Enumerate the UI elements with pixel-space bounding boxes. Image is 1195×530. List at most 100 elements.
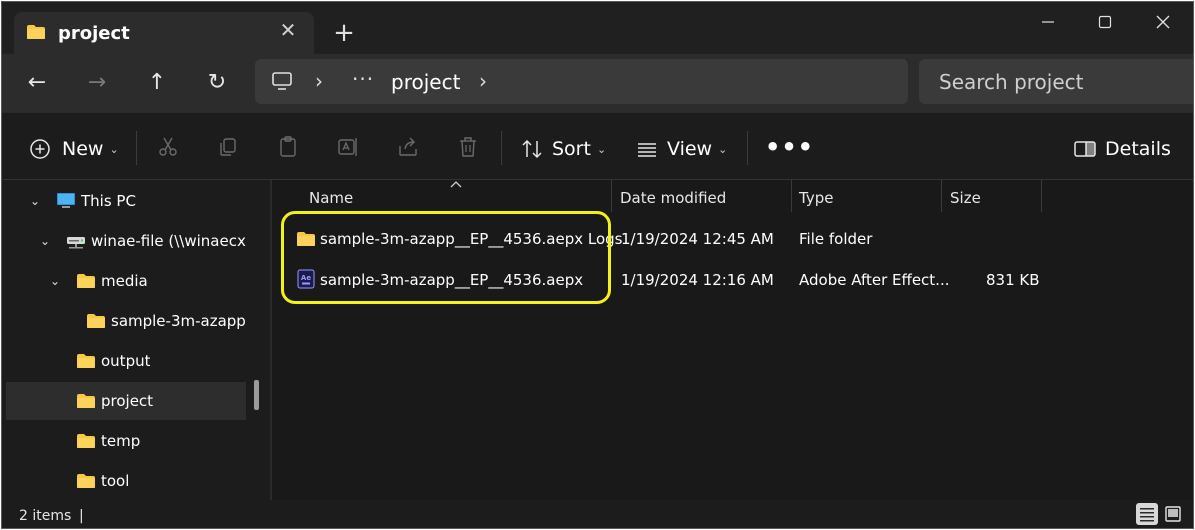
column-divider[interactable] — [1041, 180, 1042, 212]
tree-label: This PC — [81, 192, 136, 210]
breadcrumb-chevron[interactable]: › — [479, 69, 487, 93]
navigation-pane: ⌄ This PC ⌄ winae-file (\\winaecxwu ⌄ — [2, 180, 270, 500]
tab-project[interactable]: project ✕ — [14, 12, 314, 54]
address-bar[interactable]: › ··· project › — [255, 59, 908, 104]
details-view-button[interactable] — [1136, 503, 1158, 525]
column-header-size[interactable]: Size — [942, 180, 1042, 212]
chevron-down-icon: ⌄ — [596, 142, 607, 156]
tree-item-network-drive[interactable]: ⌄ winae-file (\\winaecxwu — [2, 222, 246, 260]
sort-icon — [522, 139, 542, 159]
refresh-icon[interactable]: ↻ — [202, 68, 232, 98]
maximize-icon[interactable] — [1085, 10, 1125, 34]
this-pc-icon — [57, 193, 75, 208]
status-bar: 2 items | — [2, 500, 1193, 528]
item-count: 2 items — [19, 508, 72, 524]
delete-icon[interactable] — [456, 135, 480, 159]
file-date: 1/19/2024 12:45 AM — [621, 230, 774, 248]
copy-icon[interactable] — [216, 135, 240, 159]
chevron-down-icon[interactable]: ⌄ — [38, 234, 52, 248]
toolbar-divider — [501, 131, 502, 165]
tree-item-tool[interactable]: tool — [2, 462, 242, 500]
file-size: 831 KB — [986, 271, 1040, 289]
details-view-icon — [1140, 508, 1154, 522]
tree-label: tool — [101, 472, 130, 490]
tree-item-sample-3m-azapp[interactable]: sample-3m-azapp — [2, 302, 246, 340]
file-type: Adobe After Effect... — [799, 271, 950, 289]
navigation-bar: ← → ↑ ↻ › ··· project › Search project — [2, 54, 1193, 112]
network-drive-icon — [67, 237, 85, 249]
new-tab-icon[interactable]: + — [330, 20, 358, 48]
file-list: Name Date modified Type Size sample-3m-a… — [272, 180, 1193, 500]
folder-icon — [77, 474, 95, 488]
chevron-down-icon: ⌄ — [109, 142, 119, 156]
column-label: Size — [950, 189, 981, 207]
details-pane-icon — [1074, 141, 1096, 157]
command-bar: New ⌄ Sort ⌄ View ⌄ ••• Details — [2, 112, 1193, 180]
tiles-view-icon — [1165, 506, 1181, 522]
tree-item-project[interactable]: project — [6, 382, 246, 420]
column-header-name[interactable]: Name — [272, 180, 612, 212]
forward-arrow-icon[interactable]: → — [82, 68, 112, 98]
tree-label: temp — [101, 432, 141, 450]
column-label: Date modified — [620, 189, 727, 207]
tree-item-temp[interactable]: temp — [2, 422, 242, 460]
new-button[interactable]: New ⌄ — [28, 135, 119, 163]
tree-item-this-pc[interactable]: ⌄ This PC — [2, 182, 242, 220]
highlight-outline — [281, 211, 611, 304]
sort-label: Sort — [552, 138, 591, 160]
toolbar-divider — [747, 131, 748, 165]
file-type: File folder — [799, 230, 873, 248]
monitor-icon[interactable] — [271, 70, 293, 92]
folder-icon — [77, 394, 95, 408]
chevron-down-icon[interactable]: ⌄ — [48, 274, 62, 288]
view-button[interactable]: View ⌄ — [635, 135, 727, 163]
title-bar: project ✕ + — [2, 2, 1193, 54]
details-label: Details — [1105, 138, 1171, 160]
chevron-down-icon: ⌄ — [718, 142, 728, 156]
column-label: Name — [309, 189, 354, 207]
breadcrumb-more[interactable]: ··· — [352, 67, 374, 91]
view-label: View — [667, 138, 713, 160]
tree-label: sample-3m-azapp — [111, 312, 246, 330]
column-header-date[interactable]: Date modified — [612, 180, 792, 212]
folder-icon — [87, 314, 105, 328]
breadcrumb-chevron[interactable]: › — [315, 69, 323, 93]
tree-label: output — [101, 352, 151, 370]
navigation-pane-scrollbar[interactable] — [254, 380, 259, 410]
folder-icon — [27, 25, 45, 39]
view-list-icon — [638, 143, 656, 157]
close-window-icon[interactable] — [1143, 10, 1183, 34]
tree-item-media[interactable]: ⌄ media — [2, 262, 242, 300]
chevron-down-icon[interactable]: ⌄ — [28, 194, 42, 208]
up-arrow-icon[interactable]: ↑ — [142, 68, 172, 98]
new-label: New — [62, 138, 104, 160]
more-options-icon[interactable]: ••• — [765, 133, 814, 161]
tiles-view-button[interactable] — [1162, 503, 1184, 525]
back-arrow-icon[interactable]: ← — [22, 68, 52, 98]
file-date: 1/19/2024 12:16 AM — [621, 271, 774, 289]
paste-icon[interactable] — [276, 135, 300, 159]
folder-icon — [77, 274, 95, 288]
rename-icon[interactable] — [336, 135, 360, 159]
sort-ascending-icon — [450, 181, 462, 188]
status-separator: | — [79, 508, 84, 524]
tree-item-output[interactable]: output — [2, 342, 242, 380]
plus-circle-icon — [30, 139, 50, 159]
breadcrumb-project[interactable]: project — [391, 70, 460, 94]
folder-icon — [77, 434, 95, 448]
details-pane-button[interactable]: Details — [1073, 135, 1171, 163]
sort-button[interactable]: Sort ⌄ — [520, 135, 606, 163]
toolbar-divider — [136, 131, 137, 165]
tree-label: project — [101, 392, 154, 410]
minimize-icon[interactable] — [1028, 10, 1068, 34]
search-input[interactable]: Search project — [919, 59, 1193, 104]
tab-title: project — [58, 23, 130, 44]
folder-icon — [77, 354, 95, 368]
tree-label: winae-file (\\winaecxwu — [91, 232, 246, 250]
cut-icon[interactable] — [156, 135, 180, 159]
file-explorer-window: project ✕ + ← → ↑ ↻ › ··· project › Sear… — [1, 1, 1194, 529]
tree-label: media — [101, 272, 148, 290]
share-icon[interactable] — [396, 135, 420, 159]
close-tab-icon[interactable]: ✕ — [276, 18, 300, 42]
column-header-type[interactable]: Type — [792, 180, 942, 212]
